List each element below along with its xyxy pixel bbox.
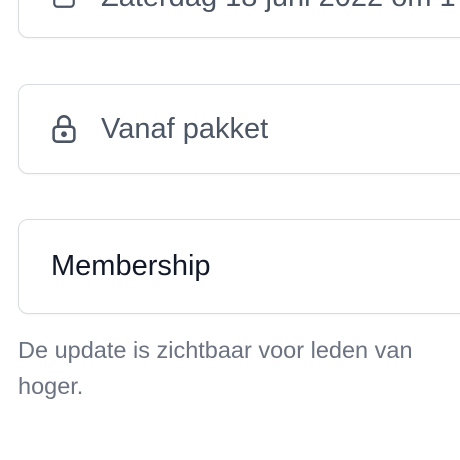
- publish-date-field[interactable]: Zaterdag 18 juni 2022 om 1: [18, 0, 460, 38]
- access-level-field[interactable]: Vanaf pakket: [18, 84, 460, 174]
- helper-text-line-1: De update is zichtbaar voor leden van: [18, 337, 413, 363]
- helper-text: De update is zichtbaar voor leden van ho…: [18, 332, 460, 404]
- calendar-icon: [49, 0, 79, 12]
- helper-text-line-2: hoger.: [18, 373, 84, 399]
- access-level-label: Vanaf pakket: [101, 112, 269, 145]
- form-page: Zaterdag 18 juni 2022 om 1 Vanaf pakket …: [0, 0, 460, 460]
- lock-icon: [49, 114, 79, 144]
- package-select-value: Membership: [51, 250, 211, 282]
- package-select[interactable]: Membership: [18, 219, 460, 314]
- publish-date-value: Zaterdag 18 juni 2022 om 1: [101, 0, 456, 14]
